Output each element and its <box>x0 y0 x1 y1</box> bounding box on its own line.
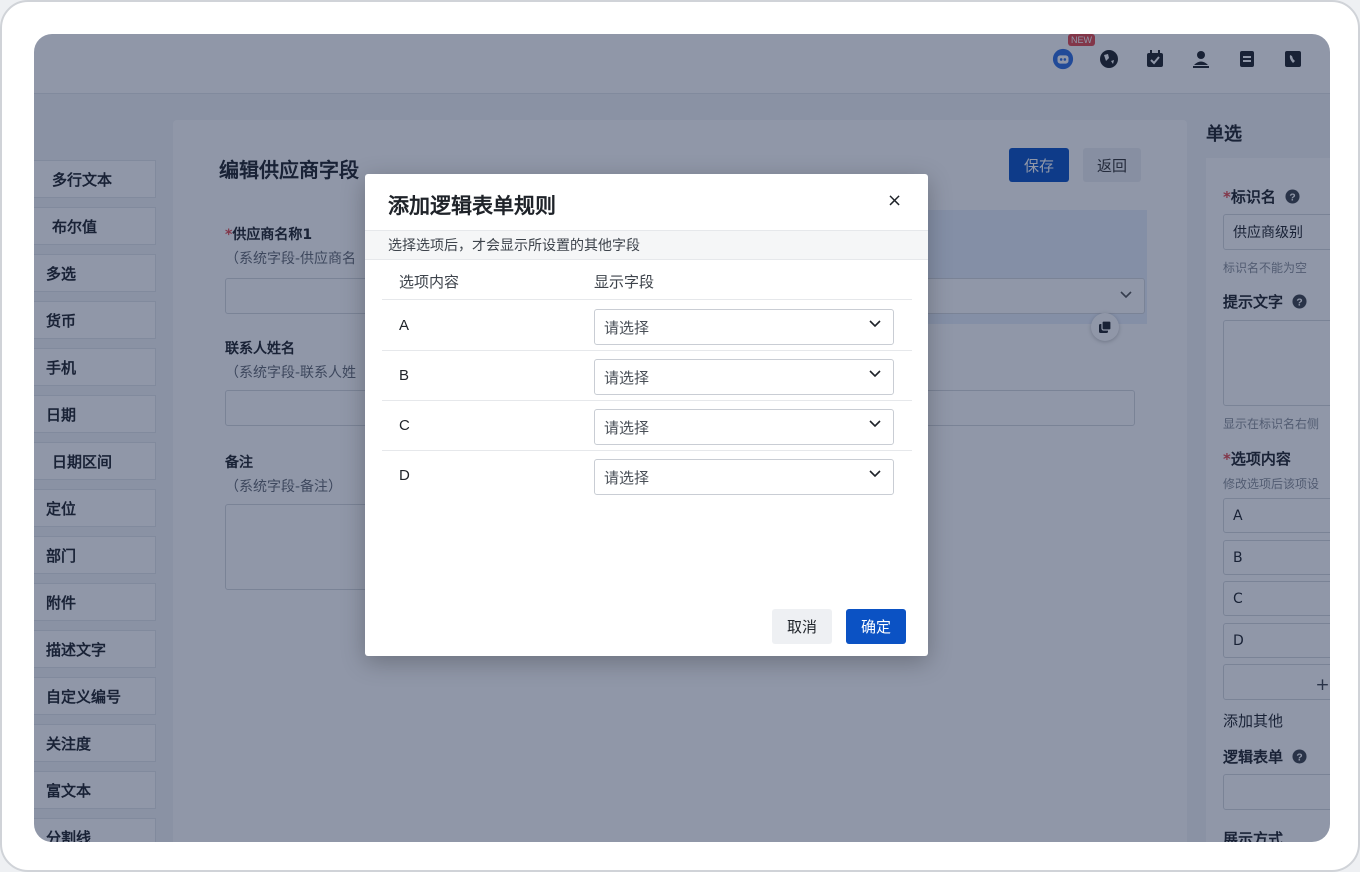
cancel-button[interactable]: 取消 <box>772 609 832 644</box>
chevron-down-icon <box>869 320 881 328</box>
field-select[interactable]: 请选择 <box>594 359 894 395</box>
select-value: 请选择 <box>604 318 650 337</box>
rule-option-label: C <box>399 417 410 434</box>
select-value: 请选择 <box>604 418 650 437</box>
device-frame: NEW 多行文本 布尔值 多选 货币 手机 日期 日期区间 定位 部门 附件 描… <box>0 0 1360 872</box>
dialog-title: 添加逻辑表单规则 <box>388 194 556 218</box>
chevron-down-icon <box>869 370 881 378</box>
rule-row: C 请选择 <box>382 401 912 451</box>
chevron-down-icon <box>869 470 881 478</box>
field-select[interactable]: 请选择 <box>594 409 894 445</box>
rule-row: D 请选择 <box>382 451 912 501</box>
confirm-button[interactable]: 确定 <box>846 609 906 644</box>
rule-row: A 请选择 <box>382 301 912 351</box>
rule-option-label: A <box>399 317 410 334</box>
field-select[interactable]: 请选择 <box>594 309 894 345</box>
select-value: 请选择 <box>604 468 650 487</box>
dialog-description: 选择选项后，才会显示所设置的其他字段 <box>365 230 928 260</box>
chevron-down-icon <box>869 420 881 428</box>
logic-rule-dialog: 添加逻辑表单规则 × 选择选项后，才会显示所设置的其他字段 选项内容 显示字段 … <box>365 174 928 656</box>
rule-table-header: 选项内容 显示字段 <box>382 260 912 300</box>
column-header-option: 选项内容 <box>399 273 460 291</box>
column-header-field: 显示字段 <box>594 273 655 291</box>
rule-row: B 请选择 <box>382 351 912 401</box>
field-select[interactable]: 请选择 <box>594 459 894 495</box>
close-icon[interactable]: × <box>887 190 902 211</box>
rule-option-label: B <box>399 367 410 384</box>
select-value: 请选择 <box>604 368 650 387</box>
app-screen: NEW 多行文本 布尔值 多选 货币 手机 日期 日期区间 定位 部门 附件 描… <box>34 34 1330 842</box>
rule-option-label: D <box>399 467 410 484</box>
